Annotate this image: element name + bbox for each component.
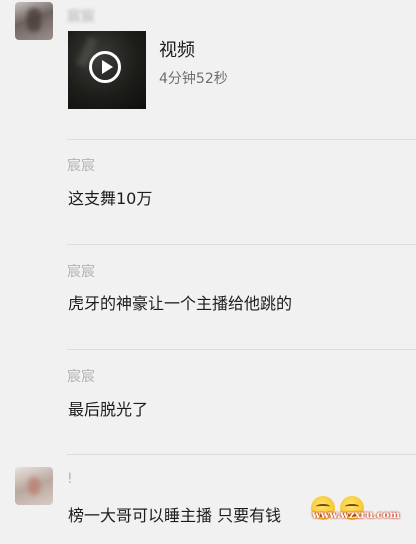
play-icon[interactable] (89, 51, 121, 83)
sender-name: 宸宸 (67, 158, 95, 174)
sender-name: 宸宸 (67, 264, 95, 280)
message-text[interactable]: 最后脱光了 (68, 396, 148, 420)
message-text[interactable]: 这支舞10万 (68, 185, 152, 209)
message-text[interactable]: 虎牙的神豪让一个主播给他跳的 (68, 290, 292, 314)
sender-name: 宸宸 (67, 369, 95, 385)
video-title[interactable]: 视频 (159, 36, 195, 62)
sender-name: 宸宸 (67, 9, 95, 25)
message-divider (67, 244, 416, 245)
sender-avatar[interactable] (15, 2, 53, 40)
sender-avatar[interactable] (15, 467, 53, 505)
video-duration: 4分钟52秒 (159, 71, 228, 87)
sender-name: ! (67, 471, 73, 487)
message-divider (67, 349, 416, 350)
video-thumbnail[interactable] (68, 31, 146, 109)
message-divider (67, 454, 416, 455)
message-divider (67, 139, 416, 140)
watermark: www.wzxru.com (312, 510, 400, 521)
message-text[interactable]: 榜一大哥可以睡主播 只要有钱 (68, 502, 281, 526)
